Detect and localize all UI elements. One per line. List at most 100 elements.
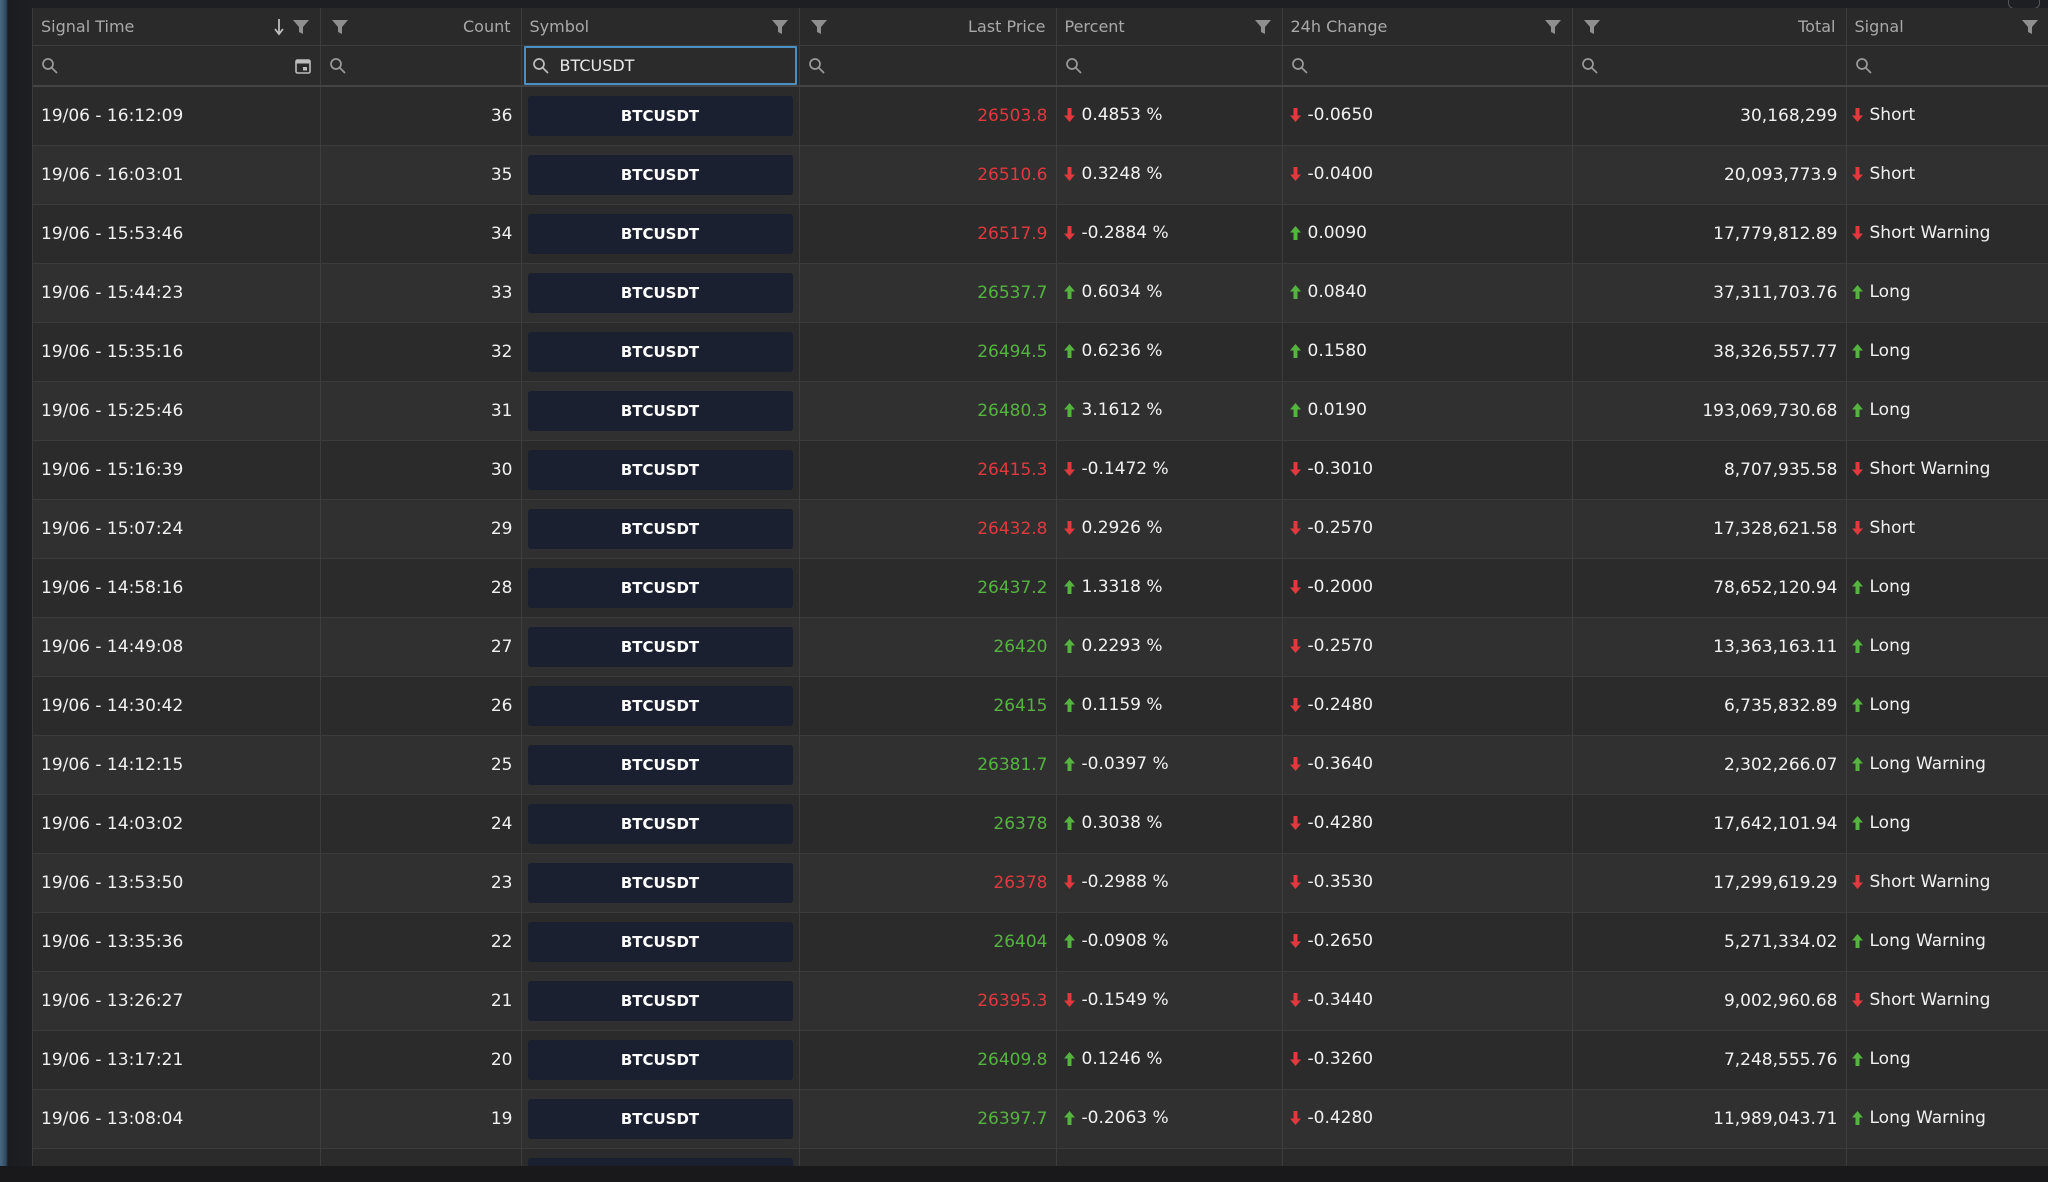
- change-24h-value: -0.3640: [1307, 753, 1374, 774]
- total-value: 9,002,960.68: [1723, 991, 1838, 1011]
- signal-time-cell: 19/06 - 15:44:23: [33, 263, 321, 323]
- symbol-badge[interactable]: BTCUSDT: [527, 922, 793, 962]
- arrow-up-icon: [1063, 579, 1076, 595]
- percent-filter-input[interactable]: [1090, 55, 1274, 76]
- symbol-badge[interactable]: BTCUSDT: [527, 981, 793, 1021]
- symbol-badge[interactable]: BTCUSDT: [527, 686, 793, 726]
- table-row[interactable]: 19/06 - 14:12:15 25 BTCUSDT 26381.7 -0.0…: [33, 735, 2048, 795]
- total-cell: 7,248,555.76: [1572, 1030, 1847, 1090]
- symbol-badge[interactable]: BTCUSDT: [527, 391, 793, 431]
- count-value: 19: [490, 1109, 513, 1129]
- signal-time-value: 19/06 - 14:12:15: [41, 755, 184, 775]
- signal-cell: Long: [1846, 617, 2048, 677]
- arrow-down-icon: [1851, 166, 1864, 182]
- total-value: 38,326,557.77: [1713, 342, 1838, 362]
- count-value: 24: [490, 814, 513, 834]
- table-row[interactable]: 19/06 - 14:58:16 28 BTCUSDT 26437.2 1.33…: [33, 558, 2048, 618]
- arrow-up-icon: [1851, 1110, 1864, 1126]
- table-row[interactable]: 19/06 - 13:08:04 19 BTCUSDT 26397.7 -0.2…: [33, 1089, 2048, 1149]
- col-header-signal[interactable]: Signal: [1846, 8, 2048, 46]
- col-header-symbol[interactable]: Symbol: [521, 8, 800, 46]
- col-header-total[interactable]: Total: [1572, 8, 1847, 46]
- percent-cell: -0.1472 %: [1056, 440, 1283, 500]
- symbol-badge[interactable]: BTCUSDT: [527, 1099, 793, 1139]
- filter-icon[interactable]: [769, 16, 791, 38]
- count-cell: 31: [320, 381, 522, 441]
- table-row[interactable]: 19/06 - 16:03:01 35 BTCUSDT 26510.6 0.32…: [33, 145, 2048, 205]
- symbol-badge[interactable]: BTCUSDT: [527, 509, 793, 549]
- col-header-24h-change[interactable]: 24h Change: [1282, 8, 1573, 46]
- table-row[interactable]: 19/06 - 15:44:23 33 BTCUSDT 26537.7 0.60…: [33, 263, 2048, 323]
- count-filter-input[interactable]: [354, 55, 513, 76]
- calendar-icon[interactable]: [294, 57, 312, 75]
- change-24h-cell: -0.2570: [1282, 499, 1573, 559]
- sort-desc-icon[interactable]: [268, 16, 290, 38]
- total-filter-input[interactable]: [1606, 55, 1838, 76]
- signal-filter-input[interactable]: [1880, 55, 2041, 76]
- table-row[interactable]: 19/06 - 14:30:42 26 BTCUSDT 26415 0.1159…: [33, 676, 2048, 736]
- table-row[interactable]: 19/06 - 15:25:46 31 BTCUSDT 26480.3 3.16…: [33, 381, 2048, 441]
- symbol-badge[interactable]: BTCUSDT: [527, 804, 793, 844]
- symbol-badge[interactable]: BTCUSDT: [527, 155, 793, 195]
- symbol-badge[interactable]: BTCUSDT: [527, 627, 793, 667]
- filter-icon[interactable]: [290, 16, 312, 38]
- filter-icon[interactable]: [329, 16, 351, 38]
- table-row[interactable]: 19/06 - 13:35:36 22 BTCUSDT 26404 -0.090…: [33, 912, 2048, 972]
- symbol-badge[interactable]: BTCUSDT: [527, 273, 793, 313]
- percent-value: -0.2063 %: [1081, 1107, 1169, 1128]
- table-row[interactable]: 19/06 - 15:07:24 29 BTCUSDT 26432.8 0.29…: [33, 499, 2048, 559]
- table-row[interactable]: 19/06 - 13:53:50 23 BTCUSDT 26378 -0.298…: [33, 853, 2048, 913]
- col-header-last-price[interactable]: Last Price: [799, 8, 1057, 46]
- table-row[interactable]: 19/06 - 13:26:27 21 BTCUSDT 26395.3 -0.1…: [33, 971, 2048, 1031]
- symbol-badge[interactable]: BTCUSDT: [527, 745, 793, 785]
- table-row[interactable]: 19/06 - 14:03:02 24 BTCUSDT 26378 0.3038…: [33, 794, 2048, 854]
- col-header-label: 24h Change: [1290, 17, 1388, 36]
- last-price-value: 26404: [993, 932, 1048, 952]
- signal-value: Short Warning: [1869, 458, 1991, 479]
- filter-icon[interactable]: [2019, 16, 2041, 38]
- percent-cell: 0.6236 %: [1056, 322, 1283, 382]
- symbol-badge[interactable]: BTCUSDT: [527, 332, 793, 372]
- symbol-badge[interactable]: BTCUSDT: [527, 96, 793, 136]
- change-24h-filter-input[interactable]: [1316, 55, 1564, 76]
- percent-value: 0.2293 %: [1081, 635, 1163, 656]
- table-row[interactable]: 19/06 - 13:17:21 20 BTCUSDT 26409.8 0.12…: [33, 1030, 2048, 1090]
- col-header-signal-time[interactable]: Signal Time: [33, 8, 321, 46]
- signal-time-value: 19/06 - 14:30:42: [41, 696, 184, 716]
- signal-time-filter-input[interactable]: [67, 55, 294, 76]
- table-row[interactable]: 19/06 - 15:35:16 32 BTCUSDT 26494.5 0.62…: [33, 322, 2048, 382]
- percent-value: 0.6034 %: [1081, 281, 1163, 302]
- signal-value: Long Warning: [1869, 753, 1986, 774]
- col-header-percent[interactable]: Percent: [1056, 8, 1283, 46]
- symbol-badge[interactable]: BTCUSDT: [527, 1040, 793, 1080]
- symbol-badge[interactable]: BTCUSDT: [527, 863, 793, 903]
- filter-icon[interactable]: [1581, 16, 1603, 38]
- symbol-badge[interactable]: BTCUSDT: [527, 450, 793, 490]
- arrow-up-icon: [1851, 1051, 1864, 1067]
- filter-cell-count: [320, 45, 522, 87]
- arrow-up-icon: [1851, 284, 1864, 300]
- count-cell: 32: [320, 322, 522, 382]
- col-header-count[interactable]: Count: [320, 8, 522, 46]
- filter-cell-symbol: [521, 45, 800, 87]
- filter-icon[interactable]: [808, 16, 830, 38]
- arrow-up-icon: [1851, 815, 1864, 831]
- filter-icon[interactable]: [1542, 16, 1564, 38]
- filter-icon[interactable]: [1252, 16, 1274, 38]
- total-cell: 2,302,266.07: [1572, 735, 1847, 795]
- symbol-badge[interactable]: BTCUSDT: [527, 568, 793, 608]
- search-icon: [41, 57, 59, 75]
- symbol-badge[interactable]: BTCUSDT: [527, 214, 793, 254]
- symbol-filter-input[interactable]: [557, 55, 789, 76]
- last-price-filter-input[interactable]: [833, 55, 1048, 76]
- percent-value: 1.3318 %: [1081, 576, 1163, 597]
- table-row[interactable]: 19/06 - 16:12:09 36 BTCUSDT 26503.8 0.48…: [33, 86, 2048, 146]
- signal-value: Long: [1869, 694, 1911, 715]
- table-row[interactable]: 19/06 - 15:16:39 30 BTCUSDT 26415.3 -0.1…: [33, 440, 2048, 500]
- percent-value: 0.4853 %: [1081, 104, 1163, 125]
- signal-time-cell: 19/06 - 16:12:09: [33, 86, 321, 146]
- symbol-cell: BTCUSDT: [521, 676, 800, 736]
- count-value: 35: [490, 165, 513, 185]
- table-row[interactable]: 19/06 - 15:53:46 34 BTCUSDT 26517.9 -0.2…: [33, 204, 2048, 264]
- table-row[interactable]: 19/06 - 14:49:08 27 BTCUSDT 26420 0.2293…: [33, 617, 2048, 677]
